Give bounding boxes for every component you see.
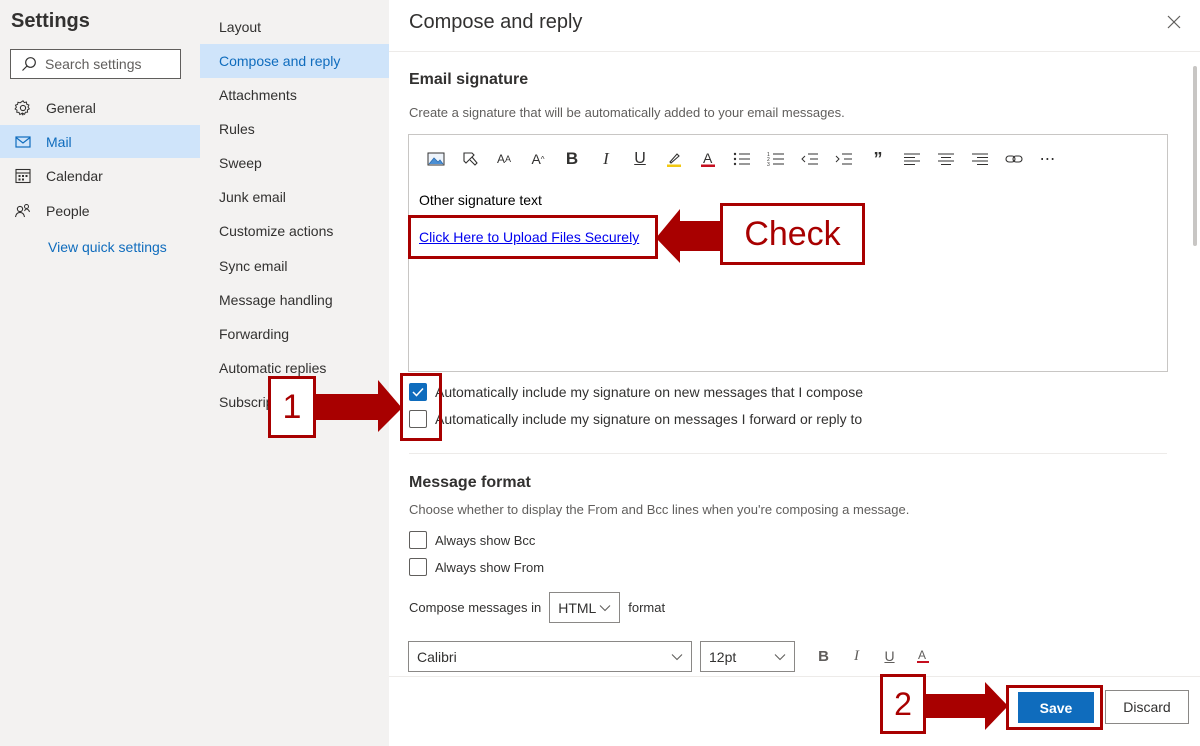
header-divider — [389, 51, 1200, 52]
settings-sidebar: Settings General Mail Calendar People Vi… — [0, 0, 200, 746]
show-bcc-row[interactable]: Always show Bcc — [409, 531, 535, 549]
grow-font-icon[interactable]: A ^ — [521, 149, 555, 169]
font-size-select[interactable]: 12pt — [700, 641, 795, 672]
format-painter-icon[interactable] — [453, 149, 487, 169]
section-divider — [409, 453, 1167, 454]
compose-format-select[interactable]: HTML — [549, 592, 621, 623]
show-from-label: Always show From — [435, 559, 545, 575]
quote-icon[interactable]: ” — [861, 149, 895, 169]
subnav-item-forwarding[interactable]: Forwarding — [200, 317, 389, 351]
sidebar-item-label: General — [46, 99, 96, 116]
close-icon[interactable] — [1165, 13, 1183, 31]
svg-text:A: A — [703, 150, 713, 166]
step2-callout: 2 — [880, 674, 926, 734]
bullets-icon[interactable] — [725, 149, 759, 169]
compose-suffix-label: format — [628, 600, 666, 615]
settings-title: Settings — [11, 10, 90, 32]
scrollbar-thumb[interactable] — [1193, 66, 1197, 246]
include-signature-reply-row[interactable]: Automatically include my signature on me… — [409, 410, 862, 428]
check-callout: Check — [720, 203, 865, 265]
sidebar-item-mail[interactable]: Mail — [0, 125, 200, 158]
bold-icon[interactable]: B — [555, 149, 589, 169]
subnav-item-layout[interactable]: Layout — [200, 10, 389, 44]
mail-settings-nav: Layout Compose and reply Attachments Rul… — [200, 0, 389, 746]
subnav-item-attachments[interactable]: Attachments — [200, 78, 389, 112]
signature-text: Other signature text — [419, 192, 542, 208]
subnav-item-compose-and-reply[interactable]: Compose and reply — [200, 44, 389, 78]
search-icon — [22, 57, 36, 71]
include-signature-new-row[interactable]: Automatically include my signature on ne… — [409, 383, 863, 401]
italic-icon[interactable]: I — [589, 149, 623, 169]
show-from-checkbox[interactable] — [409, 558, 427, 576]
gear-icon — [14, 99, 31, 115]
image-icon[interactable] — [419, 149, 453, 169]
people-icon — [14, 203, 30, 217]
message-format-heading: Message format — [409, 474, 531, 491]
font-family-value: Calibri — [417, 648, 457, 665]
more-icon[interactable]: ⋯ — [1031, 149, 1065, 169]
compose-format-row: Compose messages in HTML format — [409, 592, 665, 623]
compose-reply-panel: Compose and reply Email signature Create… — [389, 0, 1200, 746]
view-quick-settings-link[interactable]: View quick settings — [48, 239, 167, 255]
message-format-description: Choose whether to display the From and B… — [409, 502, 910, 517]
chevron-down-icon — [671, 653, 683, 660]
default-font-format-toolbar: B I U A — [807, 646, 939, 666]
font-family-select[interactable]: Calibri — [408, 641, 692, 672]
link-icon[interactable] — [997, 149, 1031, 169]
signature-toolbar: AA A ^ B I U A 123 ” ⋯ — [419, 149, 1065, 169]
subnav-item-sync-email[interactable]: Sync email — [200, 249, 389, 283]
show-bcc-label: Always show Bcc — [435, 532, 536, 548]
font-color-icon[interactable]: A — [906, 646, 939, 666]
scrollbar[interactable] — [1192, 56, 1198, 672]
sidebar-item-label: People — [46, 202, 90, 219]
show-from-row[interactable]: Always show From — [409, 558, 544, 576]
bold-icon[interactable]: B — [807, 646, 840, 666]
subnav-item-junk-email[interactable]: Junk email — [200, 180, 389, 214]
sidebar-item-label: Mail — [46, 133, 72, 150]
include-signature-reply-label: Automatically include my signature on me… — [435, 411, 863, 427]
chevron-down-icon — [599, 604, 611, 611]
signature-description: Create a signature that will be automati… — [409, 105, 845, 120]
checkbox-highlight — [400, 373, 442, 441]
search-box[interactable] — [10, 49, 181, 79]
increase-indent-icon[interactable] — [827, 149, 861, 169]
font-size-value: 12pt — [709, 648, 737, 665]
calendar-icon — [15, 168, 31, 183]
compose-format-value: HTML — [558, 599, 597, 616]
step1-callout: 1 — [268, 376, 316, 438]
decrease-indent-icon[interactable] — [793, 149, 827, 169]
svg-text:3: 3 — [767, 162, 770, 166]
panel-title: Compose and reply — [409, 11, 583, 33]
align-right-icon[interactable] — [963, 149, 997, 169]
font-size-icon[interactable]: AA — [487, 149, 521, 169]
sidebar-item-general[interactable]: General — [0, 91, 200, 124]
signature-heading: Email signature — [409, 71, 529, 88]
subnav-item-sweep[interactable]: Sweep — [200, 146, 389, 180]
subnav-item-customize-actions[interactable]: Customize actions — [200, 214, 389, 248]
show-bcc-checkbox[interactable] — [409, 531, 427, 549]
underline-icon[interactable]: U — [873, 646, 906, 666]
compose-prefix-label: Compose messages in — [409, 600, 542, 615]
underline-icon[interactable]: U — [623, 149, 657, 169]
svg-text:A: A — [918, 648, 926, 662]
footer-divider — [389, 676, 1200, 677]
chevron-down-icon — [774, 653, 786, 660]
sidebar-item-calendar[interactable]: Calendar — [0, 159, 200, 192]
italic-icon[interactable]: I — [840, 646, 873, 666]
subnav-item-message-handling[interactable]: Message handling — [200, 283, 389, 317]
align-center-icon[interactable] — [929, 149, 963, 169]
sidebar-item-people[interactable]: People — [0, 194, 200, 227]
search-input[interactable] — [45, 56, 175, 72]
include-signature-new-label: Automatically include my signature on ne… — [435, 384, 863, 400]
numbering-icon[interactable]: 123 — [759, 149, 793, 169]
mail-icon — [15, 135, 31, 148]
highlight-icon[interactable] — [657, 149, 691, 169]
discard-button[interactable]: Discard — [1105, 690, 1189, 724]
subnav-item-rules[interactable]: Rules — [200, 112, 389, 146]
align-left-icon[interactable] — [895, 149, 929, 169]
signature-link-highlight — [408, 215, 658, 259]
sidebar-item-label: Calendar — [46, 167, 103, 184]
save-highlight — [1006, 685, 1103, 730]
font-color-icon[interactable]: A — [691, 149, 725, 169]
